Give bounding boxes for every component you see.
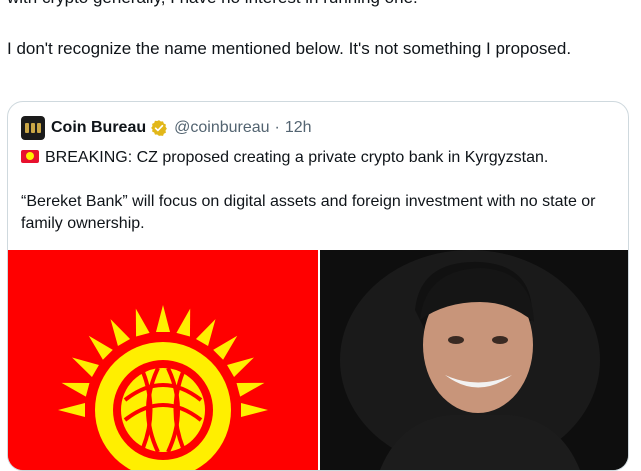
- person-silhouette: [320, 250, 628, 470]
- tweet-text: I don't recognize the name mentioned bel…: [7, 39, 572, 58]
- media-grid: [8, 250, 628, 470]
- quote-line-breaking: BREAKING: CZ proposed creating a private…: [21, 147, 611, 169]
- quote-line-description: “Bereket Bank” will focus on digital ass…: [21, 193, 596, 232]
- person-photo[interactable]: [320, 250, 628, 470]
- verified-badge-icon: [151, 120, 167, 136]
- avatar[interactable]: [21, 116, 45, 140]
- kyrgyzstan-flag-image[interactable]: [8, 250, 318, 470]
- author-name[interactable]: Coin Bureau: [51, 119, 146, 137]
- flag-sun-graphic: [8, 250, 318, 470]
- quote-tweet-card[interactable]: Coin Bureau @coinbureau · 12h BREAKING: …: [7, 101, 629, 471]
- kyrgyzstan-flag-icon: [21, 150, 39, 163]
- quote-header: Coin Bureau @coinbureau · 12h: [21, 116, 312, 140]
- separator-dot: ·: [274, 119, 280, 136]
- breaking-text: BREAKING: CZ proposed creating a private…: [45, 149, 549, 166]
- author-handle[interactable]: @coinbureau: [174, 119, 269, 137]
- quote-body: BREAKING: CZ proposed creating a private…: [21, 147, 611, 235]
- partial-previous-line: with crypto generally, I have no interes…: [7, 0, 418, 9]
- timestamp[interactable]: 12h: [285, 119, 312, 137]
